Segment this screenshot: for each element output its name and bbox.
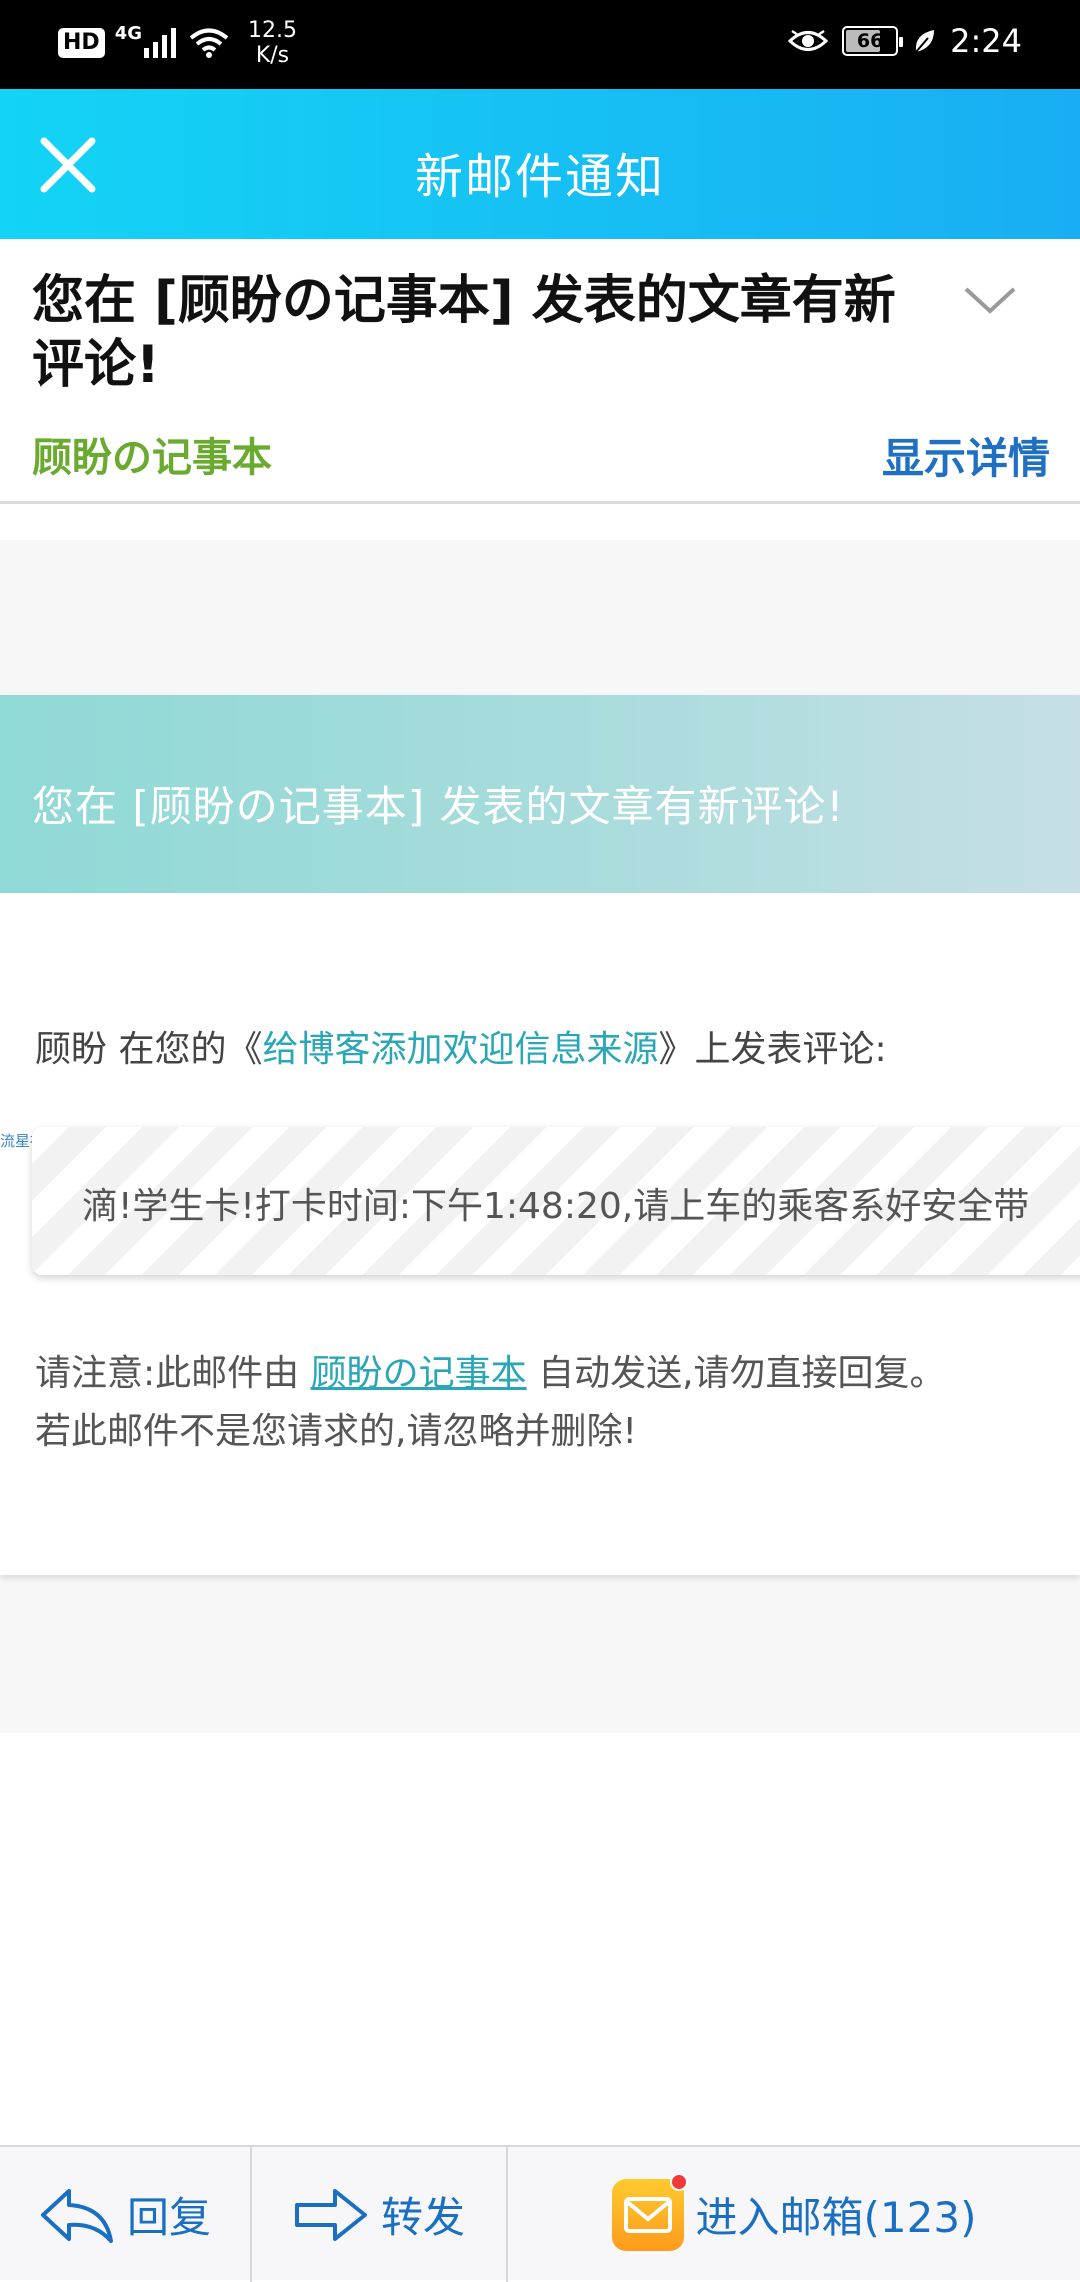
sender-name: 顾盼の记事本: [32, 435, 272, 481]
notice-line-1: 请注意:此邮件由 顾盼の记事本 自动发送,请勿直接回复。: [35, 1345, 946, 1403]
mail-card: 您在 [顾盼の记事本] 发表的文章有新评论! 顾盼 在您的《给博客添加欢迎信息来…: [0, 695, 1080, 1575]
comment-line: 顾盼 在您的《给博客添加欢迎信息来源》上发表评论:: [35, 1020, 887, 1072]
comment-suffix: 》上发表评论:: [658, 1029, 887, 1070]
comment-quote-box: 滴!学生卡!打卡时间:下午1:48:20,请上车的乘客系好安全带: [32, 1127, 1080, 1275]
comment-prefix: 顾盼 在您的《: [35, 1029, 263, 1070]
notice-suffix: 自动发送,请勿直接回复。: [538, 1353, 946, 1394]
notification-dot: [669, 2172, 688, 2191]
mail-subject: 您在 [顾盼の记事本] 发表的文章有新评论!: [32, 271, 896, 395]
expand-button[interactable]: [960, 279, 1020, 319]
eye-comfort-icon: [788, 29, 829, 51]
page-title: 新邮件通知: [414, 149, 665, 205]
forward-label: 转发: [380, 2193, 465, 2242]
notice-text: 请注意:此邮件由 顾盼の记事本 自动发送,请勿直接回复。 若此邮件不是您请求的,…: [35, 1345, 946, 1461]
clock: 2:24: [950, 22, 1022, 60]
signal-icon: [144, 28, 176, 58]
mail-header: 您在 [顾盼の记事本] 发表的文章有新评论! 顾盼の记事本 显示详情: [0, 239, 1080, 504]
battery-tip: [899, 37, 904, 47]
network-type: 4G: [114, 22, 142, 44]
bottom-action-bar: 回复 转发 进入邮箱(123): [0, 2145, 1080, 2282]
title-bar: 新邮件通知: [0, 89, 1080, 239]
leaf-icon: [915, 30, 935, 53]
article-link[interactable]: 给博客添加欢迎信息来源: [262, 1029, 658, 1070]
mailbox-label: 进入邮箱(123): [695, 2193, 977, 2242]
forward-button[interactable]: 转发: [252, 2147, 508, 2282]
notice-blog-link[interactable]: 顾盼の记事本: [311, 1353, 527, 1394]
reply-icon: [40, 2188, 113, 2243]
status-right: 66 2:24: [788, 22, 1022, 60]
mailbox-icon: [611, 2172, 688, 2251]
reply-label: 回复: [126, 2193, 211, 2242]
battery-icon: 66: [842, 26, 904, 56]
mail-banner: 您在 [顾盼の记事本] 发表的文章有新评论!: [0, 695, 1080, 893]
hd-badge: HD: [58, 28, 105, 58]
banner-text: 您在 [顾盼の记事本] 发表的文章有新评论!: [32, 782, 845, 831]
notice-line-2: 若此邮件不是您请求的,请忽略并删除!: [35, 1411, 637, 1452]
status-left: HD 4G 12.5 K/s: [58, 18, 297, 68]
network-speed: 12.5 K/s: [248, 18, 297, 68]
status-bar: HD 4G 12.5 K/s 66 2:24: [0, 0, 1080, 89]
show-details-button[interactable]: 显示详情: [882, 425, 1050, 486]
mail-body: 您在 [顾盼の记事本] 发表的文章有新评论! 顾盼 在您的《给博客添加欢迎信息来…: [0, 540, 1080, 1733]
speed-value: 12.5: [248, 18, 297, 43]
battery-level: 66: [856, 30, 884, 52]
wifi-icon: [189, 28, 229, 58]
speed-unit: K/s: [255, 43, 290, 68]
notice-prefix: 请注意:此邮件由: [35, 1353, 300, 1394]
envelope-icon: [623, 2196, 672, 2233]
chevron-down-icon: [964, 287, 1016, 314]
reply-button[interactable]: 回复: [0, 2147, 252, 2282]
comment-quote-text: 滴!学生卡!打卡时间:下午1:48:20,请上车的乘客系好安全带: [82, 1186, 1030, 1227]
enter-mailbox-button[interactable]: 进入邮箱(123): [508, 2147, 1080, 2282]
forward-icon: [294, 2188, 367, 2241]
